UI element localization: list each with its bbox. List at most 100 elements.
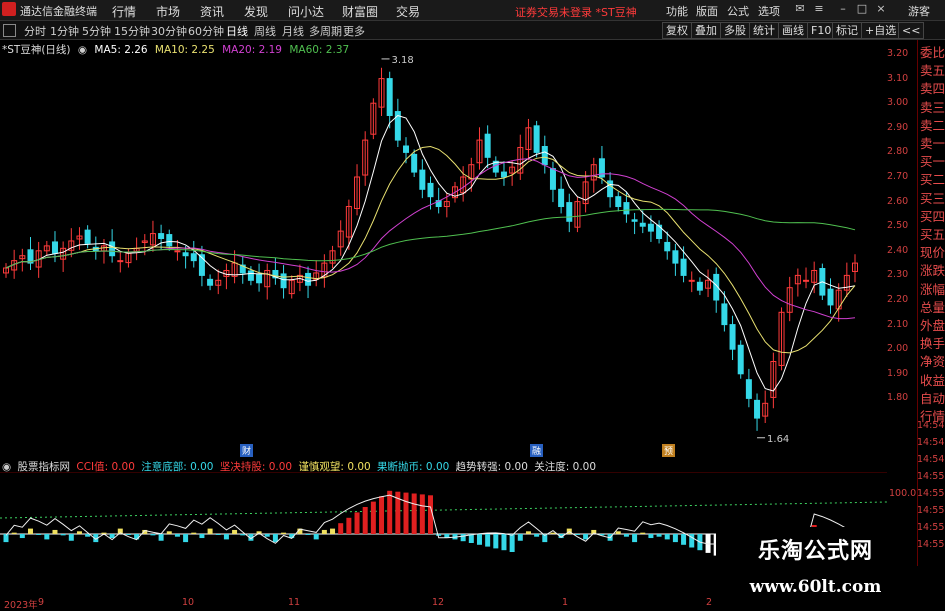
- quote-label[interactable]: 买三: [920, 190, 945, 208]
- quote-label[interactable]: 换手: [920, 335, 945, 353]
- candle[interactable]: [778, 307, 785, 371]
- quote-label[interactable]: 自动: [920, 390, 945, 408]
- candlestick-chart[interactable]: 3.18 1.64: [0, 40, 887, 458]
- menu-quotes[interactable]: 行情: [112, 3, 136, 20]
- candle[interactable]: [713, 267, 720, 313]
- quote-label[interactable]: 卖三: [920, 99, 945, 117]
- overlay-button[interactable]: 叠加: [691, 22, 721, 39]
- candle[interactable]: [803, 267, 810, 289]
- candle[interactable]: [843, 262, 850, 298]
- quote-label[interactable]: 卖四: [920, 80, 945, 98]
- candle[interactable]: [207, 274, 214, 291]
- tab-1min[interactable]: 1分钟: [50, 23, 79, 39]
- margin-marker[interactable]: 融: [530, 444, 544, 457]
- candle[interactable]: [215, 269, 222, 295]
- close-button[interactable]: ×: [874, 2, 888, 16]
- back-icon[interactable]: [3, 24, 16, 37]
- quote-label[interactable]: 现价: [920, 244, 945, 262]
- multi-stock-button[interactable]: 多股: [720, 22, 750, 39]
- candle[interactable]: [835, 283, 842, 322]
- quote-label[interactable]: 涨幅: [920, 281, 945, 299]
- quote-label[interactable]: 买二: [920, 171, 945, 189]
- candle[interactable]: [296, 264, 303, 292]
- add-watchlist-button[interactable]: +自选: [861, 22, 901, 39]
- candle[interactable]: [533, 120, 540, 158]
- adjust-button[interactable]: 复权: [662, 22, 692, 39]
- candle[interactable]: [672, 243, 679, 276]
- candle[interactable]: [419, 159, 426, 199]
- collapse-button[interactable]: <<: [898, 22, 925, 39]
- candle[interactable]: [321, 254, 328, 288]
- candle[interactable]: [615, 191, 622, 212]
- candle[interactable]: [76, 227, 83, 250]
- candle[interactable]: [762, 390, 769, 423]
- tab-monthly[interactable]: 月线: [282, 23, 304, 39]
- draw-line-button[interactable]: 画线: [778, 22, 808, 39]
- candle[interactable]: [51, 231, 58, 263]
- candle[interactable]: [329, 245, 336, 269]
- candle[interactable]: [696, 277, 703, 296]
- tab-more[interactable]: 更多: [343, 23, 365, 39]
- candle[interactable]: [158, 224, 165, 250]
- quote-label[interactable]: 卖二: [920, 117, 945, 135]
- candle[interactable]: [509, 160, 516, 186]
- menu-function[interactable]: 功能: [666, 3, 688, 19]
- menu-formula[interactable]: 公式: [727, 3, 749, 19]
- candle[interactable]: [729, 315, 736, 361]
- candle[interactable]: [223, 263, 230, 290]
- quote-label[interactable]: 外盘: [920, 317, 945, 335]
- candle[interactable]: [256, 263, 263, 292]
- candle[interactable]: [558, 176, 565, 214]
- candle[interactable]: [68, 228, 75, 258]
- candle[interactable]: [19, 248, 26, 272]
- menu-market[interactable]: 市场: [156, 3, 180, 20]
- quote-label[interactable]: 卖五: [920, 62, 945, 80]
- candle[interactable]: [688, 271, 695, 293]
- tab-30min[interactable]: 30分钟: [151, 23, 187, 39]
- menu-layout[interactable]: 版面: [696, 3, 718, 19]
- quote-label[interactable]: 总量: [920, 299, 945, 317]
- quote-label[interactable]: 买五: [920, 226, 945, 244]
- candle[interactable]: [484, 125, 491, 169]
- candle[interactable]: [852, 254, 858, 283]
- candle[interactable]: [264, 263, 271, 300]
- quote-label[interactable]: 买一: [920, 153, 945, 171]
- quote-label[interactable]: 卖一: [920, 135, 945, 153]
- candle[interactable]: [354, 164, 361, 216]
- menu-xiaoda[interactable]: 问小达: [288, 3, 324, 20]
- tab-60min[interactable]: 60分钟: [188, 23, 224, 39]
- minimize-button[interactable]: –: [836, 2, 850, 16]
- candle[interactable]: [566, 193, 573, 233]
- candle[interactable]: [525, 118, 532, 161]
- candle[interactable]: [517, 134, 524, 180]
- guest-label[interactable]: 游客: [908, 3, 930, 19]
- tab-15min[interactable]: 15分钟: [114, 23, 150, 39]
- menu-options[interactable]: 选项: [758, 3, 780, 19]
- candle[interactable]: [190, 240, 197, 268]
- candle[interactable]: [43, 240, 50, 256]
- menu-discover[interactable]: 发现: [244, 3, 268, 20]
- candle[interactable]: [786, 276, 793, 322]
- candle[interactable]: [378, 67, 385, 116]
- candle[interactable]: [607, 172, 614, 208]
- tab-timeshare[interactable]: 分时: [24, 23, 46, 39]
- candle[interactable]: [27, 237, 34, 270]
- quote-label[interactable]: 委比: [920, 44, 945, 62]
- menu-icon[interactable]: ≡: [812, 2, 826, 16]
- candle[interactable]: [770, 352, 777, 409]
- mark-button[interactable]: 标记: [832, 22, 862, 39]
- candle[interactable]: [476, 127, 483, 170]
- candle[interactable]: [117, 251, 124, 273]
- candle[interactable]: [656, 220, 663, 244]
- candle[interactable]: [337, 220, 344, 256]
- stats-button[interactable]: 统计: [749, 22, 779, 39]
- quote-label[interactable]: 收益: [920, 372, 945, 390]
- candle[interactable]: [288, 275, 295, 299]
- candle[interactable]: [500, 161, 507, 186]
- tab-weekly[interactable]: 周线: [254, 23, 276, 39]
- tab-daily[interactable]: 日线: [226, 23, 248, 39]
- candle[interactable]: [3, 263, 9, 278]
- candle[interactable]: [705, 269, 712, 298]
- candle[interactable]: [60, 241, 67, 272]
- candle[interactable]: [541, 135, 548, 174]
